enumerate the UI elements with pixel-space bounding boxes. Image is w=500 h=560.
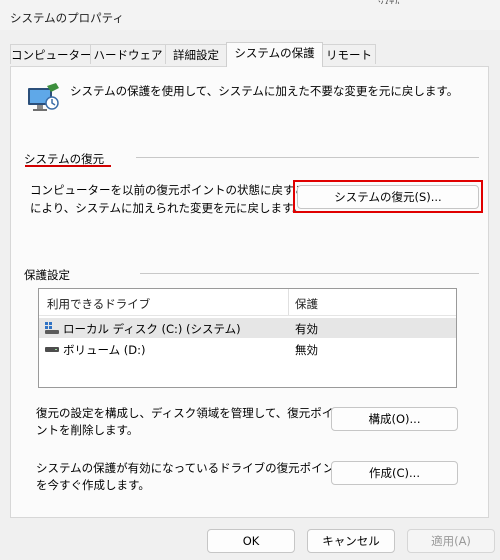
create-description-line2: を今すぐ作成します。 <box>36 478 150 492</box>
configure-button[interactable]: 構成(O)... <box>331 407 458 431</box>
drive-status: 無効 <box>295 343 318 357</box>
cancel-button[interactable]: キャンセル <box>307 529 395 553</box>
highlight-frame <box>293 180 483 213</box>
tab-hardware[interactable]: ハードウェア <box>90 44 166 64</box>
restore-description-line1: コンピューターを以前の復元ポイントの状態に戻すこと <box>30 183 318 197</box>
title-fragment: ｼｽﾃﾑ <box>378 0 410 4</box>
system-drive-icon <box>45 322 59 334</box>
drive-name: ボリューム (D:) <box>63 343 146 357</box>
protection-heading: 保護設定 <box>24 268 70 282</box>
create-button[interactable]: 作成(C)... <box>331 461 458 485</box>
configure-description-line2: ントを削除します。 <box>36 423 139 437</box>
drive-name: ローカル ディスク (C:) (システム) <box>63 322 241 336</box>
ok-button[interactable]: OK <box>207 529 295 553</box>
drive-row-c[interactable]: ローカル ディスク (C:) (システム) 有効 <box>39 318 456 338</box>
column-header-drive[interactable]: 利用できるドライブ <box>47 296 150 312</box>
drive-status: 有効 <box>295 322 318 336</box>
drive-icon <box>45 343 59 355</box>
apply-button[interactable]: 適用(A) <box>407 529 495 553</box>
create-description-line1: システムの保護が有効になっているドライブの復元ポイント <box>36 461 346 475</box>
intro-text: システムの保護を使用して、システムに加えた不要な変更を元に戻します。 <box>70 84 459 98</box>
system-protection-icon <box>26 82 60 114</box>
tab-advanced[interactable]: 詳細設定 <box>165 44 227 64</box>
heading-underline <box>25 165 111 167</box>
drive-row-d[interactable]: ボリューム (D:) 無効 <box>39 339 456 359</box>
tab-computer-name[interactable]: コンピューター名 <box>10 44 103 64</box>
restore-description-line2: により、システムに加えられた変更を元に戻します。 <box>30 201 304 215</box>
column-divider[interactable] <box>288 289 289 315</box>
configure-description-line1: 復元の設定を構成し、ディスク領域を管理して、復元ポイ <box>36 406 334 420</box>
tab-system-protection[interactable]: システムの保護 <box>226 42 323 67</box>
list-header: 利用できるドライブ 保護 <box>39 289 456 316</box>
system-properties-window: システムのプロパティ ｼｽﾃﾑ コンピューター名 ハードウェア 詳細設定 システ… <box>0 0 500 560</box>
restore-divider <box>136 157 479 158</box>
window-title: システムのプロパティ <box>10 11 124 25</box>
protection-divider <box>140 273 479 274</box>
tab-remote[interactable]: リモート <box>322 44 376 64</box>
drive-list[interactable]: 利用できるドライブ 保護 ローカル ディスク (C:) (システム) 有効 ボリ… <box>38 288 457 388</box>
column-header-protection[interactable]: 保護 <box>295 296 318 312</box>
title-bar[interactable]: システムのプロパティ ｼｽﾃﾑ <box>0 0 500 30</box>
